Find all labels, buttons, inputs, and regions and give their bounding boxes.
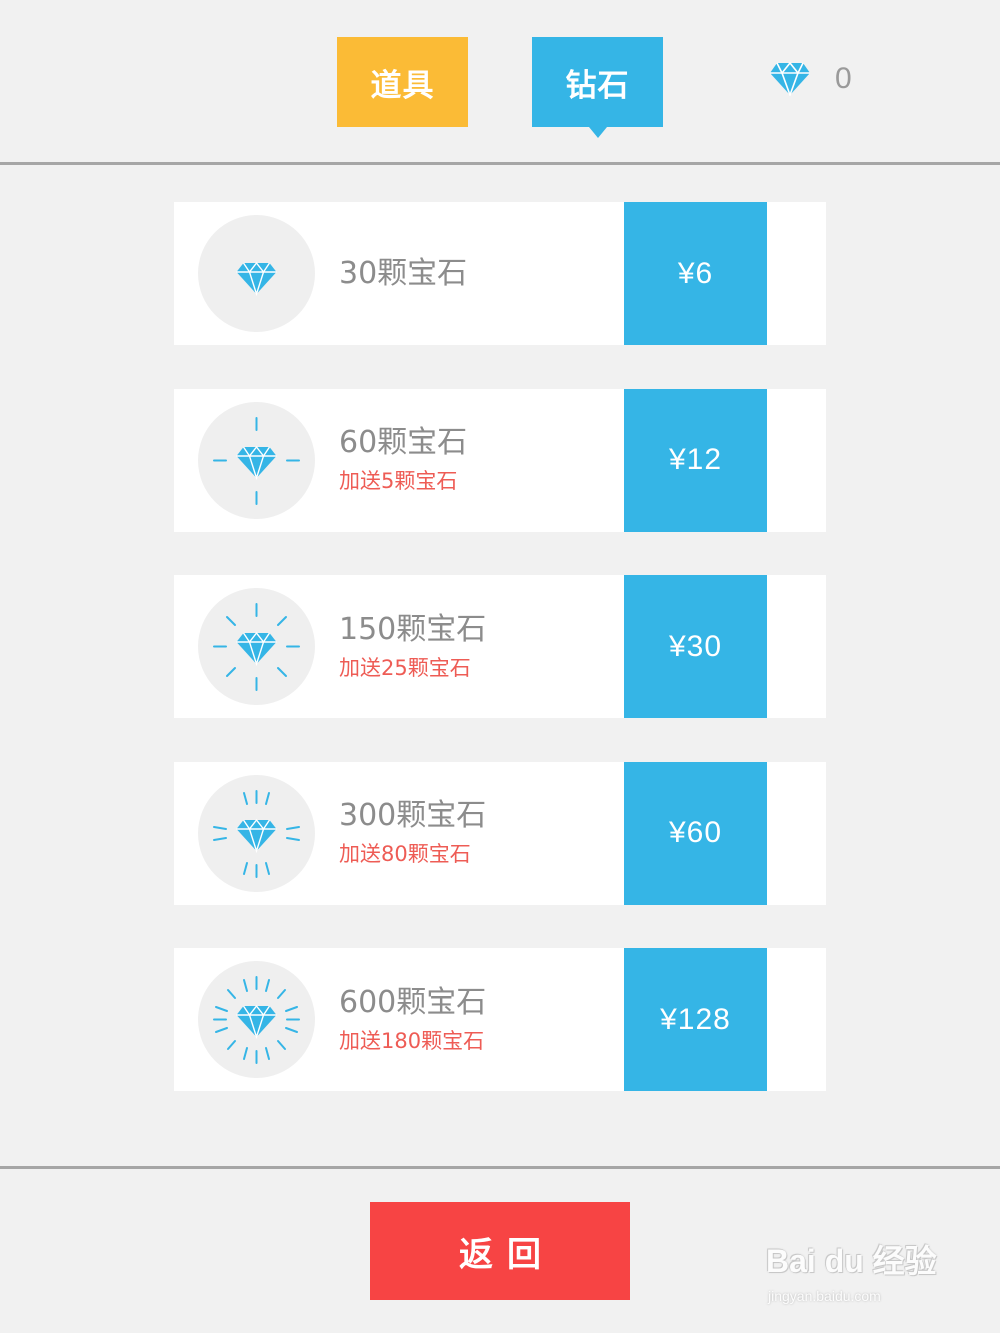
package-icon-circle [198, 774, 315, 892]
header-bar: 道具 钻石 0 [0, 0, 1000, 162]
footer-divider [0, 1166, 1000, 1169]
header-divider [0, 162, 1000, 165]
package-item-600: 600颗宝石 加送180颗宝石 ¥128 [174, 948, 826, 1091]
package-info: 150颗宝石 加送25颗宝石 [339, 575, 619, 718]
package-icon-circle [198, 215, 315, 332]
diamond-icon [770, 62, 810, 96]
package-bonus: 加送5颗宝石 [339, 469, 458, 493]
watermark: Bai du 经验 jingyan.baidu.com [766, 1228, 956, 1318]
package-title: 60颗宝石 [339, 425, 468, 460]
package-info: 300颗宝石 加送80颗宝石 [339, 762, 619, 905]
tab-diamonds[interactable]: 钻石 [532, 37, 663, 127]
diamond-sparkle-icon [213, 976, 300, 1064]
diamond-package-list: 30颗宝石 ¥6 60颗宝石 加送5颗宝石 ¥12 150颗宝石 加送25颗宝石… [174, 202, 826, 1135]
diamond-icon [236, 261, 277, 297]
package-title: 30颗宝石 [339, 255, 468, 291]
buy-button-128[interactable]: ¥128 [624, 948, 767, 1091]
package-bonus: 加送80颗宝石 [339, 842, 471, 866]
package-title: 600颗宝石 [339, 984, 487, 1020]
package-title: 150颗宝石 [339, 611, 487, 647]
buy-button-6[interactable]: ¥6 [624, 202, 767, 345]
diamond-sparkle-icon [213, 789, 300, 878]
package-bonus: 加送25颗宝石 [339, 655, 471, 680]
watermark-brand: Bai du 经验 [766, 1243, 937, 1279]
package-bonus: 加送180颗宝石 [339, 1028, 485, 1053]
active-tab-pointer [589, 127, 607, 138]
package-item-30: 30颗宝石 ¥6 [174, 202, 826, 345]
diamond-balance: 0 [769, 60, 852, 98]
watermark-url: jingyan.baidu.com [768, 1288, 881, 1304]
diamond-balance-count: 0 [835, 62, 852, 95]
package-info: 30颗宝石 [339, 202, 619, 345]
package-icon-circle [198, 961, 315, 1078]
buy-button-12[interactable]: ¥12 [624, 388, 767, 532]
package-item-150: 150颗宝石 加送25颗宝石 ¥30 [174, 575, 826, 718]
package-icon-circle [198, 401, 315, 519]
package-info: 600颗宝石 加送180颗宝石 [339, 948, 619, 1091]
package-item-300: 300颗宝石 加送80颗宝石 ¥60 [174, 761, 826, 905]
tab-props[interactable]: 道具 [337, 37, 468, 127]
package-icon-circle [198, 588, 315, 705]
buy-button-60[interactable]: ¥60 [624, 761, 767, 905]
package-title: 300颗宝石 [339, 798, 487, 833]
package-info: 60颗宝石 加送5颗宝石 [339, 389, 619, 532]
back-button[interactable]: 返回 [370, 1202, 630, 1300]
diamond-sparkle-icon [213, 416, 300, 505]
buy-button-30[interactable]: ¥30 [624, 575, 767, 718]
package-item-60: 60颗宝石 加送5颗宝石 ¥12 [174, 388, 826, 532]
diamond-sparkle-icon [213, 603, 300, 691]
